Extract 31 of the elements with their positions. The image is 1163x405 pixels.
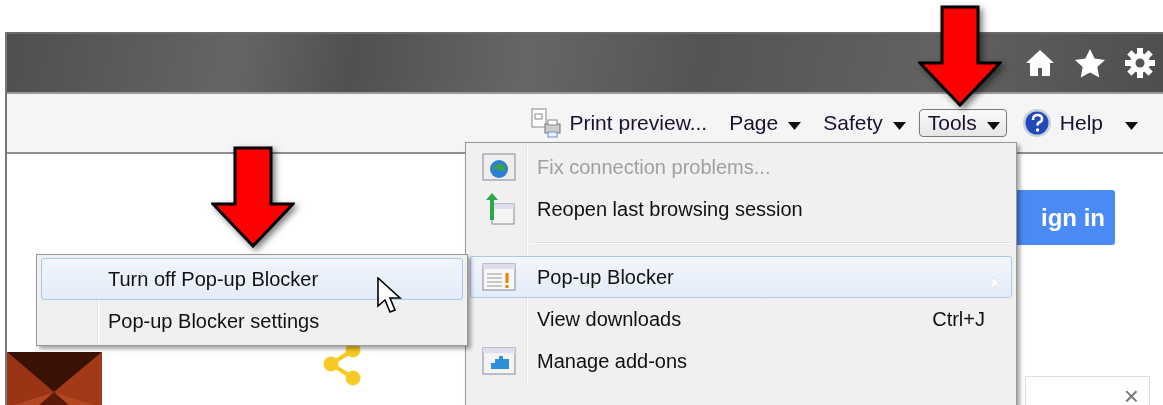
down-arrow-icon [211, 146, 295, 248]
help-icon [1021, 108, 1052, 138]
menu-item-label: Fix connection problems... [536, 155, 772, 179]
input-field[interactable]: × [1025, 376, 1150, 405]
shortcut-label: Ctrl+J [932, 307, 985, 331]
menu-item-label: Reopen last browsing session [536, 197, 804, 221]
toolbar-menu-button[interactable]: Page [720, 109, 809, 137]
menu-item[interactable]: Turn off Pop-up Blocker [41, 258, 463, 300]
menu-item-label: Manage add-ons [536, 349, 689, 373]
menu-item[interactable]: Pop-up Blocker [470, 256, 1012, 298]
settings-icon [1125, 48, 1155, 78]
menu-item-label: Pop-up Blocker settings [107, 309, 321, 333]
print-preview-icon [531, 108, 562, 138]
close-glyph[interactable]: × [1123, 383, 1139, 405]
menu-item-label: Pop-up Blocker [536, 265, 675, 289]
mouse-cursor-icon [377, 277, 403, 315]
down-arrow-icon [918, 5, 1002, 107]
menu-item-label: Turn off Pop-up Blocker [107, 267, 320, 291]
menu-item-label: View downloads [536, 307, 683, 331]
toolbar-menu-button[interactable]: Tools [918, 109, 1007, 137]
toolbar-menu-button[interactable]: Print preview... [522, 109, 715, 137]
menu-item[interactable]: View downloads Ctrl+J [470, 298, 1012, 340]
popup-warning-icon [482, 263, 516, 291]
toolbar-menu-button[interactable]: Safety [814, 109, 913, 137]
puzzle-icon [482, 347, 516, 375]
home-icon [1025, 49, 1055, 77]
menu-item[interactable]: Manage add-ons [470, 340, 1012, 382]
globe-icon [482, 153, 516, 181]
menu-item[interactable]: Pop-up Blocker settings [41, 300, 463, 342]
toolbar-menu-button[interactable]: Help [1012, 109, 1145, 137]
star-icon [1075, 48, 1105, 78]
